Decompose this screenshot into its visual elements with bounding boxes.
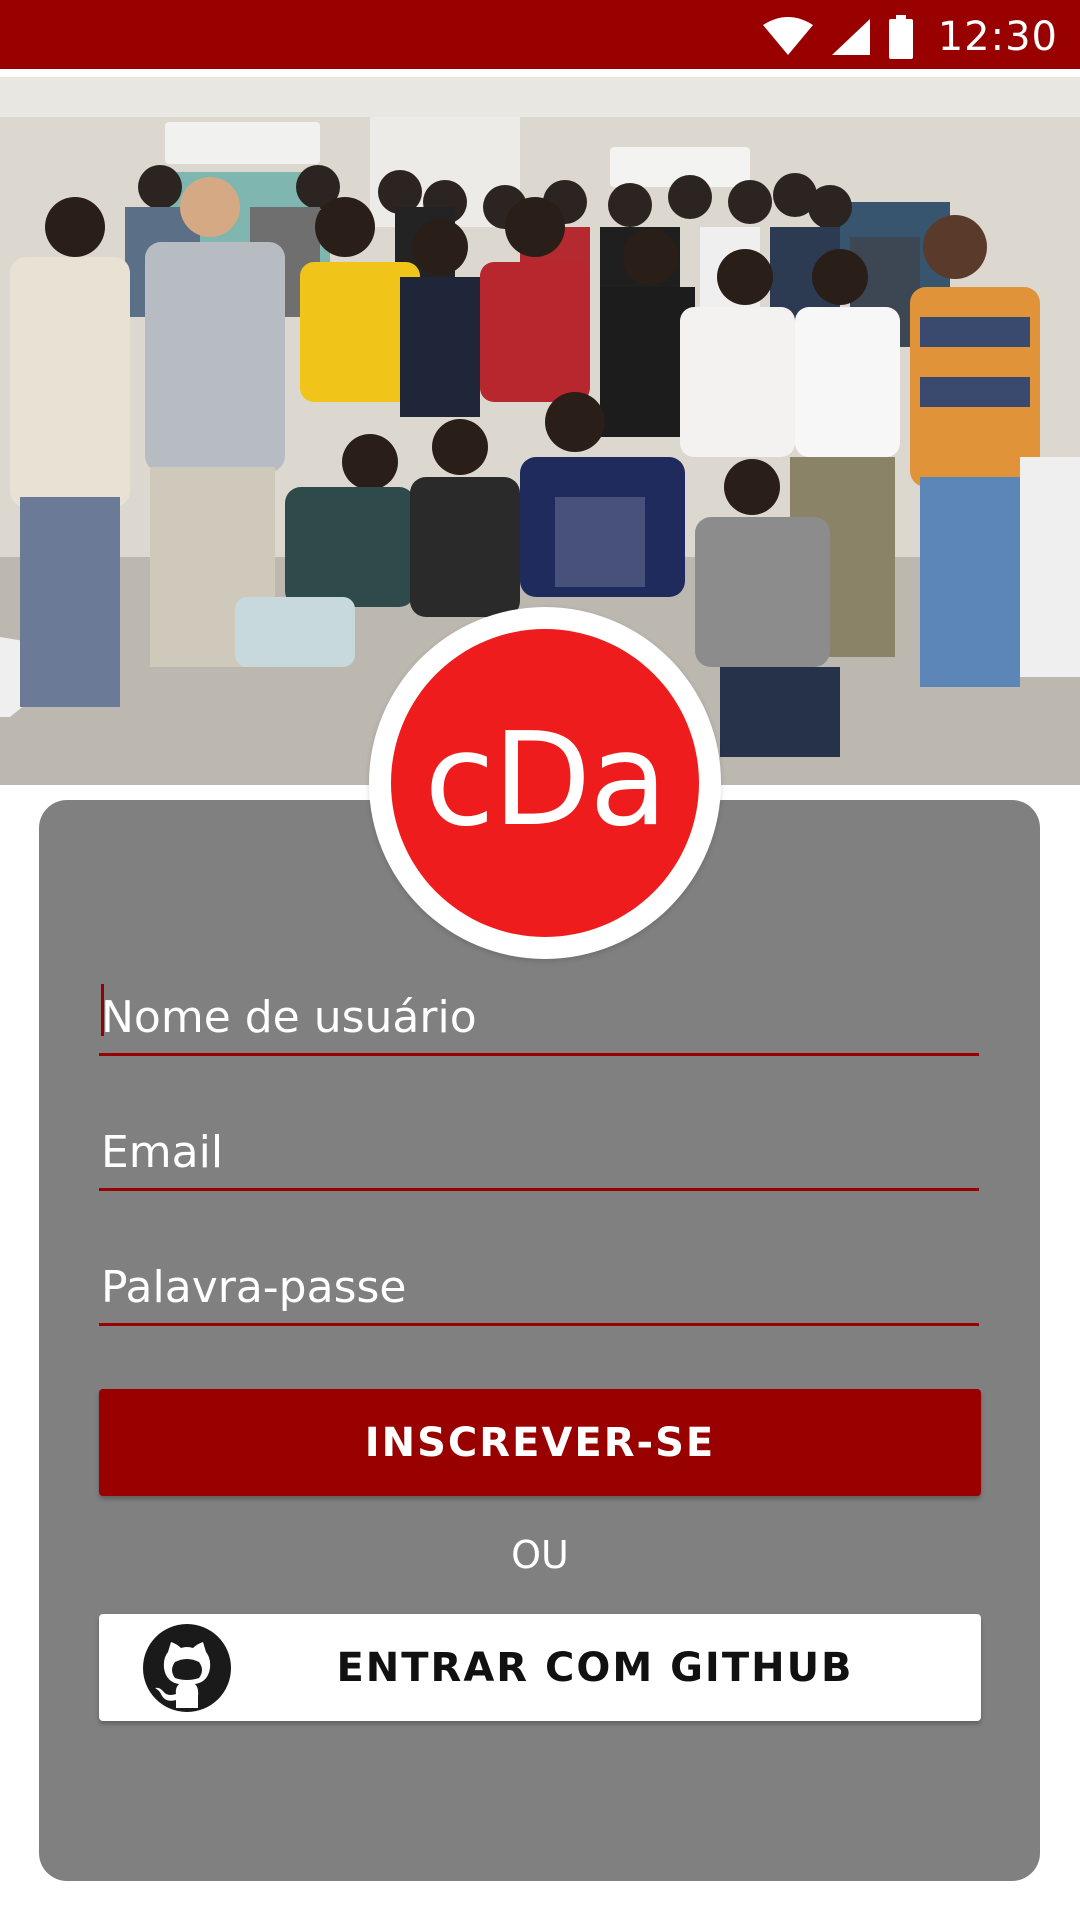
email-input[interactable] [101,1122,971,1182]
status-time: 12:30 [937,13,1058,60]
password-input[interactable] [101,1257,971,1317]
logo-circle: cDa [391,629,699,937]
logo-text: cDa [424,705,667,855]
signup-button-label: INSCREVER-SE [364,1419,716,1466]
or-divider-text: OU [511,1533,569,1577]
github-login-button[interactable]: ENTRAR COM GITHUB [99,1614,981,1721]
status-icons: 12:30 [762,0,1058,73]
signup-screen: 12:30 cDa Nome de usuário Email INSCREVE… [0,0,1080,1920]
signal-icon [831,18,870,55]
username-field-container [99,978,979,1056]
github-button-label: ENTRAR COM GITHUB [336,1644,854,1691]
password-field-container [99,1248,979,1326]
status-bar: 12:30 [0,0,1080,73]
battery-icon [888,14,913,59]
signup-button[interactable]: INSCREVER-SE [99,1389,981,1496]
cda-logo: cDa [369,607,721,959]
username-input[interactable] [101,987,971,1047]
github-icon [143,1624,231,1712]
wifi-icon [762,16,813,55]
email-field-container [99,1113,979,1191]
